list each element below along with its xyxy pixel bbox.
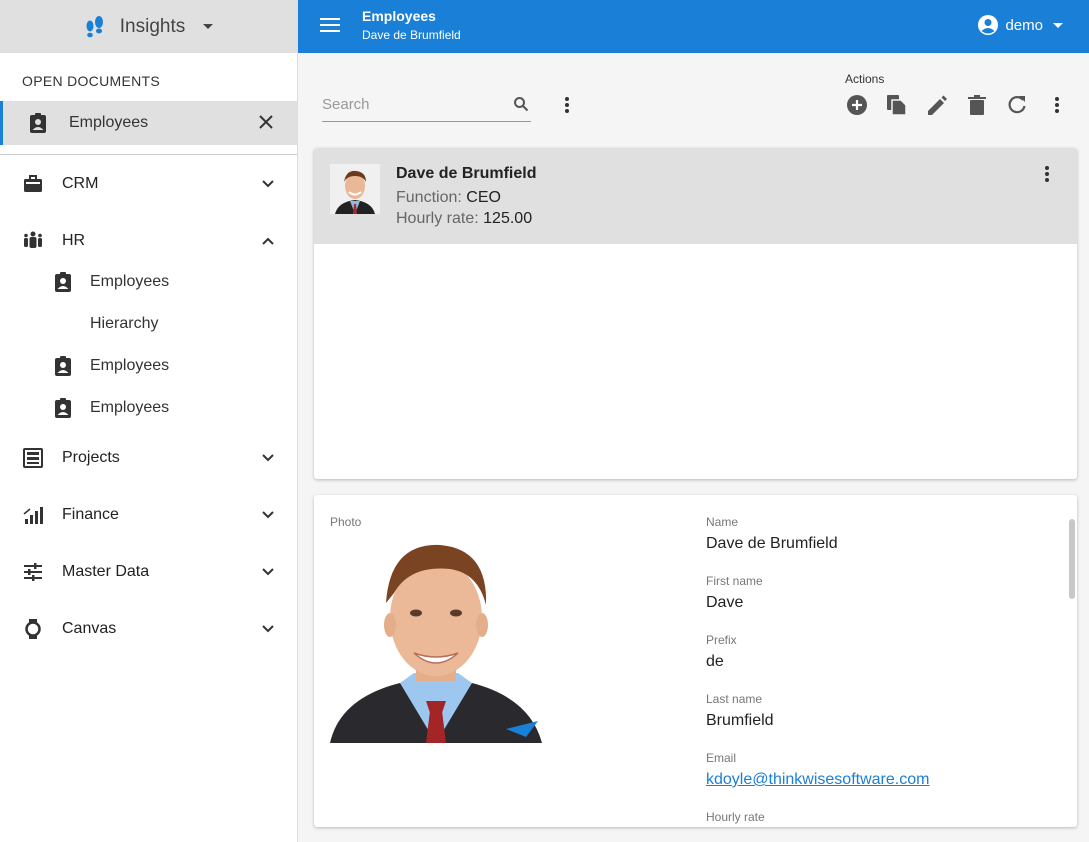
- field-value: de: [706, 653, 724, 670]
- sidebar-item-master-data[interactable]: Master Data: [0, 543, 297, 600]
- chevron-down-icon: [262, 511, 274, 519]
- sidebar-item-label: CRM: [62, 174, 99, 192]
- copy-icon[interactable]: [886, 94, 908, 116]
- scrollbar-thumb[interactable]: [1069, 519, 1075, 599]
- sidebar-subitem-employees[interactable]: Employees: [0, 387, 297, 429]
- watch-icon: [25, 618, 41, 639]
- filing-cabinet-icon: [23, 447, 43, 468]
- employee-rate: Hourly rate: 125.00: [396, 210, 532, 228]
- field-label: Prefix: [706, 633, 737, 647]
- refresh-icon[interactable]: [1006, 94, 1028, 116]
- sidebar-item-label: Master Data: [62, 562, 150, 580]
- chevron-down-icon: [262, 180, 274, 188]
- app-name: Insights: [119, 15, 186, 37]
- employee-function: Function: CEO: [396, 189, 501, 207]
- menu-icon[interactable]: [320, 17, 340, 33]
- field-hourly-rate: Hourly rate: [706, 810, 765, 827]
- photo-label: Photo: [330, 515, 362, 529]
- delete-icon[interactable]: [966, 94, 988, 116]
- user-menu[interactable]: demo: [977, 14, 1063, 36]
- sidebar-subitem-employees[interactable]: Employees: [0, 345, 297, 387]
- add-icon[interactable]: [846, 94, 868, 116]
- footprints-icon: [86, 15, 103, 37]
- top-app-bar: Employees Dave de Brumfield demo: [298, 0, 1089, 53]
- sidebar-item-label: Projects: [62, 448, 120, 466]
- employee-photo: [330, 533, 542, 743]
- page-title: Employees: [362, 8, 436, 24]
- caret-down-icon: [1053, 22, 1063, 28]
- sidebar-subitem-label: Employees: [90, 357, 170, 374]
- field-email: Email kdoyle@thinkwisesoftware.com: [706, 751, 929, 789]
- field-value: Dave de Brumfield: [706, 535, 838, 552]
- list-item[interactable]: Dave de Brumfield Function: CEO Hourly r…: [314, 148, 1077, 244]
- rate-value: 125.00: [483, 210, 533, 227]
- sidebar-item-projects[interactable]: Projects: [0, 429, 297, 486]
- email-link[interactable]: kdoyle@thinkwisesoftware.com: [706, 771, 929, 789]
- employee-detail-form: Photo Name Dave de Brumfield First name …: [314, 495, 1077, 827]
- app-switcher[interactable]: Insights: [0, 0, 297, 53]
- contact-badge-icon: [30, 113, 46, 133]
- open-document-label: Employees: [69, 114, 149, 131]
- sidebar-item-canvas[interactable]: Canvas: [0, 600, 297, 657]
- rate-label: Hourly rate:: [396, 210, 479, 227]
- contact-badge-icon: [55, 398, 71, 418]
- field-last-name: Last name Brumfield: [706, 692, 774, 730]
- sidebar-item-crm[interactable]: CRM: [0, 155, 297, 212]
- chevron-down-icon: [262, 625, 274, 633]
- search-field: [322, 90, 531, 122]
- sidebar-subitem-label: Employees: [90, 273, 170, 290]
- chevron-down-icon: [262, 454, 274, 462]
- sidebar-item-label: HR: [62, 231, 86, 249]
- field-value: Brumfield: [706, 712, 774, 729]
- field-label: Hourly rate: [706, 810, 765, 824]
- more-vert-icon[interactable]: [565, 97, 569, 113]
- field-label: Name: [706, 515, 739, 529]
- actions-label: Actions: [845, 72, 885, 86]
- field-prefix: Prefix de: [706, 633, 737, 671]
- function-value: CEO: [466, 189, 501, 206]
- open-documents-heading: OPEN DOCUMENTS: [22, 73, 160, 89]
- function-label: Function:: [396, 189, 462, 206]
- contact-badge-icon: [55, 356, 71, 376]
- people-icon: [24, 231, 42, 248]
- close-icon[interactable]: [257, 113, 275, 131]
- contact-badge-icon: [55, 272, 71, 292]
- employee-list: Dave de Brumfield Function: CEO Hourly r…: [314, 148, 1077, 479]
- sidebar-item-hr[interactable]: HR: [0, 212, 297, 269]
- search-icon[interactable]: [513, 96, 529, 112]
- field-label: First name: [706, 574, 763, 588]
- more-vert-icon[interactable]: [1055, 97, 1059, 113]
- sidebar: Insights OPEN DOCUMENTS Employees CRM HR…: [0, 0, 298, 842]
- chevron-up-icon: [262, 237, 274, 245]
- field-first-name: First name Dave: [706, 574, 763, 612]
- briefcase-icon: [24, 174, 42, 192]
- sidebar-subitem-label: Employees: [90, 399, 170, 416]
- sliders-icon: [24, 562, 42, 581]
- employee-name: Dave de Brumfield: [396, 165, 537, 182]
- account-circle-icon: [978, 15, 999, 35]
- page-subtitle: Dave de Brumfield: [362, 28, 461, 42]
- more-vert-icon[interactable]: [1045, 166, 1049, 182]
- search-input[interactable]: [322, 90, 502, 118]
- field-label: Email: [706, 751, 737, 765]
- edit-icon[interactable]: [926, 94, 948, 116]
- sidebar-item-label: Canvas: [62, 619, 117, 637]
- chevron-down-icon: [262, 568, 274, 576]
- field-label: Last name: [706, 692, 763, 706]
- field-value: Dave: [706, 594, 744, 611]
- sidebar-subitem-label: Hierarchy: [90, 315, 159, 332]
- caret-down-icon: [203, 24, 214, 29]
- sidebar-subitem-hierarchy[interactable]: Hierarchy: [0, 303, 297, 345]
- avatar: [330, 164, 380, 214]
- sidebar-item-label: Finance: [62, 505, 119, 523]
- field-name: Name Dave de Brumfield: [706, 515, 838, 553]
- open-document-employees[interactable]: Employees: [0, 101, 297, 145]
- sidebar-item-finance[interactable]: Finance: [0, 486, 297, 543]
- user-name: demo: [1005, 16, 1043, 34]
- bar-chart-icon: [23, 506, 43, 524]
